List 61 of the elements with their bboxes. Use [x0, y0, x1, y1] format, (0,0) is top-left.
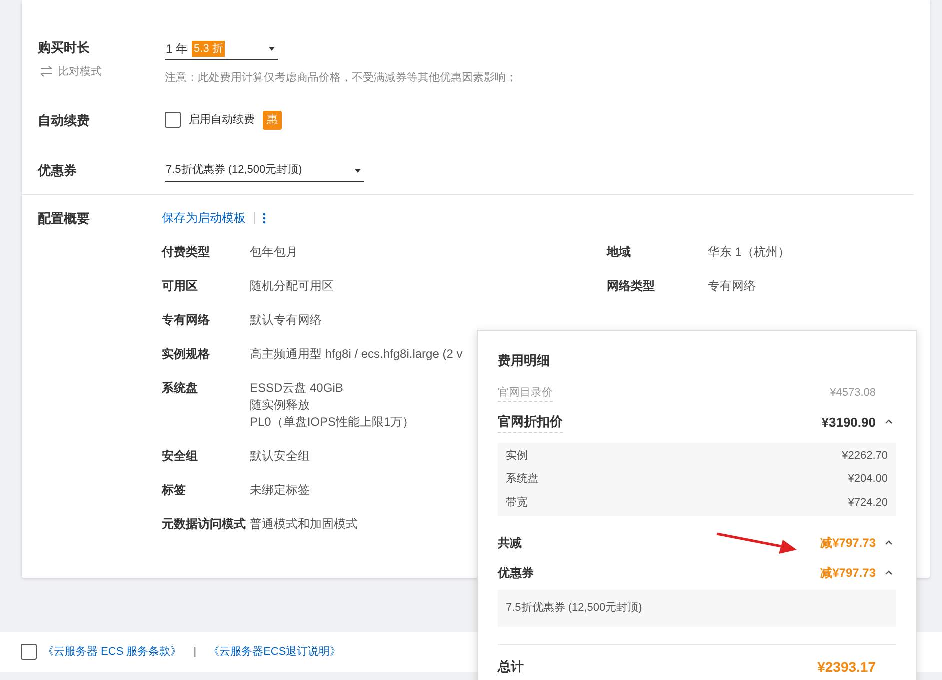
- more-icon[interactable]: [263, 212, 266, 224]
- field-value: 专有网络: [708, 278, 756, 295]
- field-label: 元数据访问模式: [162, 516, 247, 533]
- discount-price-value: ¥3190.90: [822, 414, 876, 432]
- field-label: 网络类型: [607, 278, 656, 295]
- field-value: 华东 1（杭州）: [708, 244, 790, 261]
- field-label: 专有网络: [162, 312, 211, 329]
- field-label: 可用区: [162, 278, 199, 295]
- discount-badge: 5.3 折: [192, 40, 226, 56]
- coupon-reduction-value: 减¥797.73: [820, 565, 876, 582]
- field-value: 随机分配可用区: [250, 278, 334, 295]
- field-value: 普通模式和加固模式: [250, 516, 358, 533]
- checkbox[interactable]: [165, 112, 181, 128]
- breakdown-value: ¥724.20: [848, 496, 888, 510]
- breakdown-label: 带宽: [506, 496, 528, 510]
- discount-price-label: 官网折扣价: [498, 412, 563, 432]
- field-value: 未绑定标签: [250, 482, 310, 499]
- field-value: 随实例释放: [250, 397, 311, 414]
- field-label: 付费类型: [162, 244, 211, 261]
- field-value: 默认安全组: [250, 448, 310, 465]
- field-label: 标签: [162, 482, 187, 499]
- section-label: 自动续费: [38, 112, 91, 130]
- section-label: 配置概要: [38, 210, 91, 228]
- benefit-badge: 惠: [263, 110, 282, 130]
- breakdown-value: ¥2262.70: [842, 448, 888, 464]
- breakdown-value: ¥204.00: [848, 472, 888, 487]
- popover-title: 费用明细: [498, 352, 551, 370]
- reduction-value: 减¥797.73: [820, 535, 876, 552]
- section-label: 购买时长: [38, 39, 91, 57]
- terms-link[interactable]: 《云服务器 ECS 服务条款》: [43, 644, 182, 660]
- coupon-detail-text: 7.5折优惠券 (12,500元封顶): [506, 602, 642, 614]
- reduction-label: 共减: [498, 535, 522, 552]
- field-label: 安全组: [162, 448, 199, 465]
- terms-link[interactable]: 《云服务器ECS退订说明》: [208, 644, 342, 660]
- field-label: 系统盘: [162, 380, 199, 397]
- separator-text: |: [192, 644, 198, 660]
- list-price-value: ¥4573.08: [830, 386, 876, 401]
- checkbox[interactable]: [21, 644, 37, 660]
- list-price-label: 官网目录价: [498, 384, 553, 402]
- field-value: PL0（单盘IOPS性能上限1万）: [250, 414, 415, 431]
- field-value: 高主频通用型 hfg8i / ecs.hfg8i.large (2 v: [250, 346, 463, 363]
- field-label: 实例规格: [162, 346, 211, 363]
- breakdown-label: 系统盘: [506, 472, 539, 487]
- field-value: 默认专有网络: [250, 312, 322, 329]
- duration-dropdown[interactable]: 1 年 5.3 折: [165, 38, 278, 60]
- caret-icon: [269, 46, 275, 50]
- breakdown-label: 实例: [506, 448, 528, 464]
- coupon-dropdown[interactable]: 7.5折优惠券 (12,500元封顶): [165, 160, 364, 182]
- compare-mode-link[interactable]: 比对模式: [58, 64, 102, 80]
- save-template-link[interactable]: 保存为启动模板: [162, 209, 246, 227]
- note-text: 注意：此处费用计算仅考虑商品价格，不受满减券等其他优惠因素影响；: [165, 70, 517, 86]
- coupon-label: 优惠券: [498, 565, 534, 582]
- field-value: ESSD云盘 40GiB: [250, 380, 344, 397]
- checkbox-label: 启用自动续费: [189, 112, 255, 128]
- caret-icon: [355, 168, 361, 172]
- field-label: 地域: [607, 244, 632, 261]
- section-label: 优惠券: [38, 162, 78, 180]
- total-label: 总计: [498, 658, 524, 676]
- swap-icon: [40, 66, 53, 78]
- field-value: 包年包月: [250, 244, 298, 261]
- total-value: ¥2393.17: [818, 658, 876, 676]
